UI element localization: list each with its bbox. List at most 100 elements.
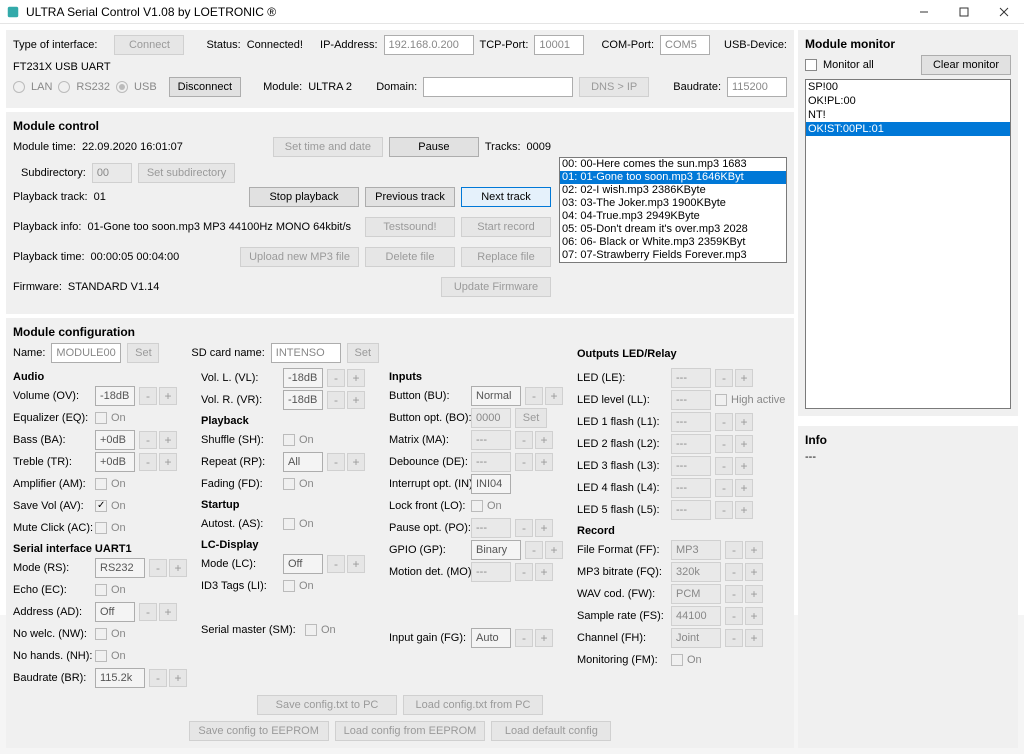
bo-field[interactable]: 0000	[471, 408, 511, 428]
lc-plus[interactable]: +	[347, 555, 365, 573]
dns-ip-button[interactable]: DNS > IP	[579, 77, 649, 97]
rp-field[interactable]: All	[283, 452, 323, 472]
set-time-button[interactable]: Set time and date	[273, 137, 383, 157]
l4-minus[interactable]: -	[715, 479, 733, 497]
lc-minus[interactable]: -	[327, 555, 345, 573]
track-item[interactable]: 06: 06- Black or White.mp3 2359KByt	[560, 236, 786, 249]
ec-check[interactable]	[95, 584, 107, 596]
ff-plus[interactable]: +	[745, 541, 763, 559]
fq-field[interactable]: 320k	[671, 562, 721, 582]
testsound-button[interactable]: Testsound!	[365, 217, 455, 237]
bu-minus[interactable]: -	[525, 387, 543, 405]
l1-minus[interactable]: -	[715, 413, 733, 431]
l2-plus[interactable]: +	[735, 435, 753, 453]
bass-field[interactable]: +0dB	[95, 430, 135, 450]
gp-plus[interactable]: +	[545, 541, 563, 559]
track-listbox[interactable]: 00: 00-Here comes the sun.mp3 168301: 01…	[559, 157, 787, 263]
l4-plus[interactable]: +	[735, 479, 753, 497]
load-eeprom-button[interactable]: Load config from EEPROM	[335, 721, 486, 741]
fh-minus[interactable]: -	[725, 629, 743, 647]
gp-minus[interactable]: -	[525, 541, 543, 559]
radio-rs232[interactable]	[58, 81, 70, 93]
sd-field[interactable]	[271, 343, 341, 363]
nh-check[interactable]	[95, 650, 107, 662]
le-field[interactable]: ---	[671, 368, 711, 388]
ll-high-check[interactable]	[715, 394, 727, 406]
ov-plus[interactable]: +	[159, 387, 177, 405]
save-config-txt-button[interactable]: Save config.txt to PC	[257, 695, 397, 715]
track-item[interactable]: 05: 05-Don't dream it's over.mp3 2028	[560, 223, 786, 236]
fg-minus[interactable]: -	[515, 629, 533, 647]
de-plus[interactable]: +	[535, 453, 553, 471]
po-field[interactable]: ---	[471, 518, 511, 538]
ma-minus[interactable]: -	[515, 431, 533, 449]
sm-check[interactable]	[305, 624, 317, 636]
start-record-button[interactable]: Start record	[461, 217, 551, 237]
l4-field[interactable]: ---	[671, 478, 711, 498]
disconnect-button[interactable]: Disconnect	[169, 77, 241, 97]
l5-field[interactable]: ---	[671, 500, 711, 520]
bo-set[interactable]: Set	[515, 408, 547, 428]
l3-minus[interactable]: -	[715, 457, 733, 475]
de-minus[interactable]: -	[515, 453, 533, 471]
ac-check[interactable]	[95, 522, 107, 534]
rp-minus[interactable]: -	[327, 453, 345, 471]
clear-monitor-button[interactable]: Clear monitor	[921, 55, 1011, 75]
fh-field[interactable]: Joint	[671, 628, 721, 648]
vr-plus[interactable]: +	[347, 391, 365, 409]
ip-field[interactable]	[384, 35, 474, 55]
save-eeprom-button[interactable]: Save config to EEPROM	[189, 721, 329, 741]
ff-minus[interactable]: -	[725, 541, 743, 559]
fs-plus[interactable]: +	[745, 607, 763, 625]
radio-lan[interactable]	[13, 81, 25, 93]
l1-plus[interactable]: +	[735, 413, 753, 431]
treble-field[interactable]: +0dB	[95, 452, 135, 472]
rp-plus[interactable]: +	[347, 453, 365, 471]
l1-field[interactable]: ---	[671, 412, 711, 432]
monitor-item[interactable]: NT!	[806, 108, 1010, 122]
pause-button[interactable]: Pause	[389, 137, 479, 157]
in-field[interactable]: INI04	[471, 474, 511, 494]
name-field[interactable]	[51, 343, 121, 363]
load-default-button[interactable]: Load default config	[491, 721, 611, 741]
le-minus[interactable]: -	[715, 369, 733, 387]
fg-field[interactable]: Auto	[471, 628, 511, 648]
track-item[interactable]: 02: 02-I wish.mp3 2386KByte	[560, 184, 786, 197]
maximize-button[interactable]	[944, 0, 984, 24]
mo-plus[interactable]: +	[535, 563, 553, 581]
l3-plus[interactable]: +	[735, 457, 753, 475]
rs-minus[interactable]: -	[149, 559, 167, 577]
close-button[interactable]	[984, 0, 1024, 24]
l2-minus[interactable]: -	[715, 435, 733, 453]
fw-minus[interactable]: -	[725, 585, 743, 603]
mo-field[interactable]: ---	[471, 562, 511, 582]
vl-plus[interactable]: +	[347, 369, 365, 387]
br-minus[interactable]: -	[149, 669, 167, 687]
br-plus[interactable]: +	[169, 669, 187, 687]
radio-usb[interactable]	[116, 81, 128, 93]
gp-field[interactable]: Binary	[471, 540, 521, 560]
eq-check[interactable]	[95, 412, 107, 424]
ba-plus[interactable]: +	[159, 431, 177, 449]
sd-set-button[interactable]: Set	[347, 343, 379, 363]
fg-plus[interactable]: +	[535, 629, 553, 647]
as-check[interactable]	[283, 518, 295, 530]
vr-field[interactable]: -18dB	[283, 390, 323, 410]
fw-field[interactable]: PCM	[671, 584, 721, 604]
l5-plus[interactable]: +	[735, 501, 753, 519]
l2-field[interactable]: ---	[671, 434, 711, 454]
nw-check[interactable]	[95, 628, 107, 640]
ad-minus[interactable]: -	[139, 603, 157, 621]
po-plus[interactable]: +	[535, 519, 553, 537]
l3-field[interactable]: ---	[671, 456, 711, 476]
ov-minus[interactable]: -	[139, 387, 157, 405]
monitor-all-check[interactable]	[805, 59, 817, 71]
update-firmware-button[interactable]: Update Firmware	[441, 277, 551, 297]
li-check[interactable]	[283, 580, 295, 592]
tr-plus[interactable]: +	[159, 453, 177, 471]
fs-field[interactable]: 44100	[671, 606, 721, 626]
ad-field[interactable]: Off	[95, 602, 135, 622]
next-track-button[interactable]: Next track	[461, 187, 551, 207]
monitor-item[interactable]: SP!00	[806, 80, 1010, 94]
vl-minus[interactable]: -	[327, 369, 345, 387]
